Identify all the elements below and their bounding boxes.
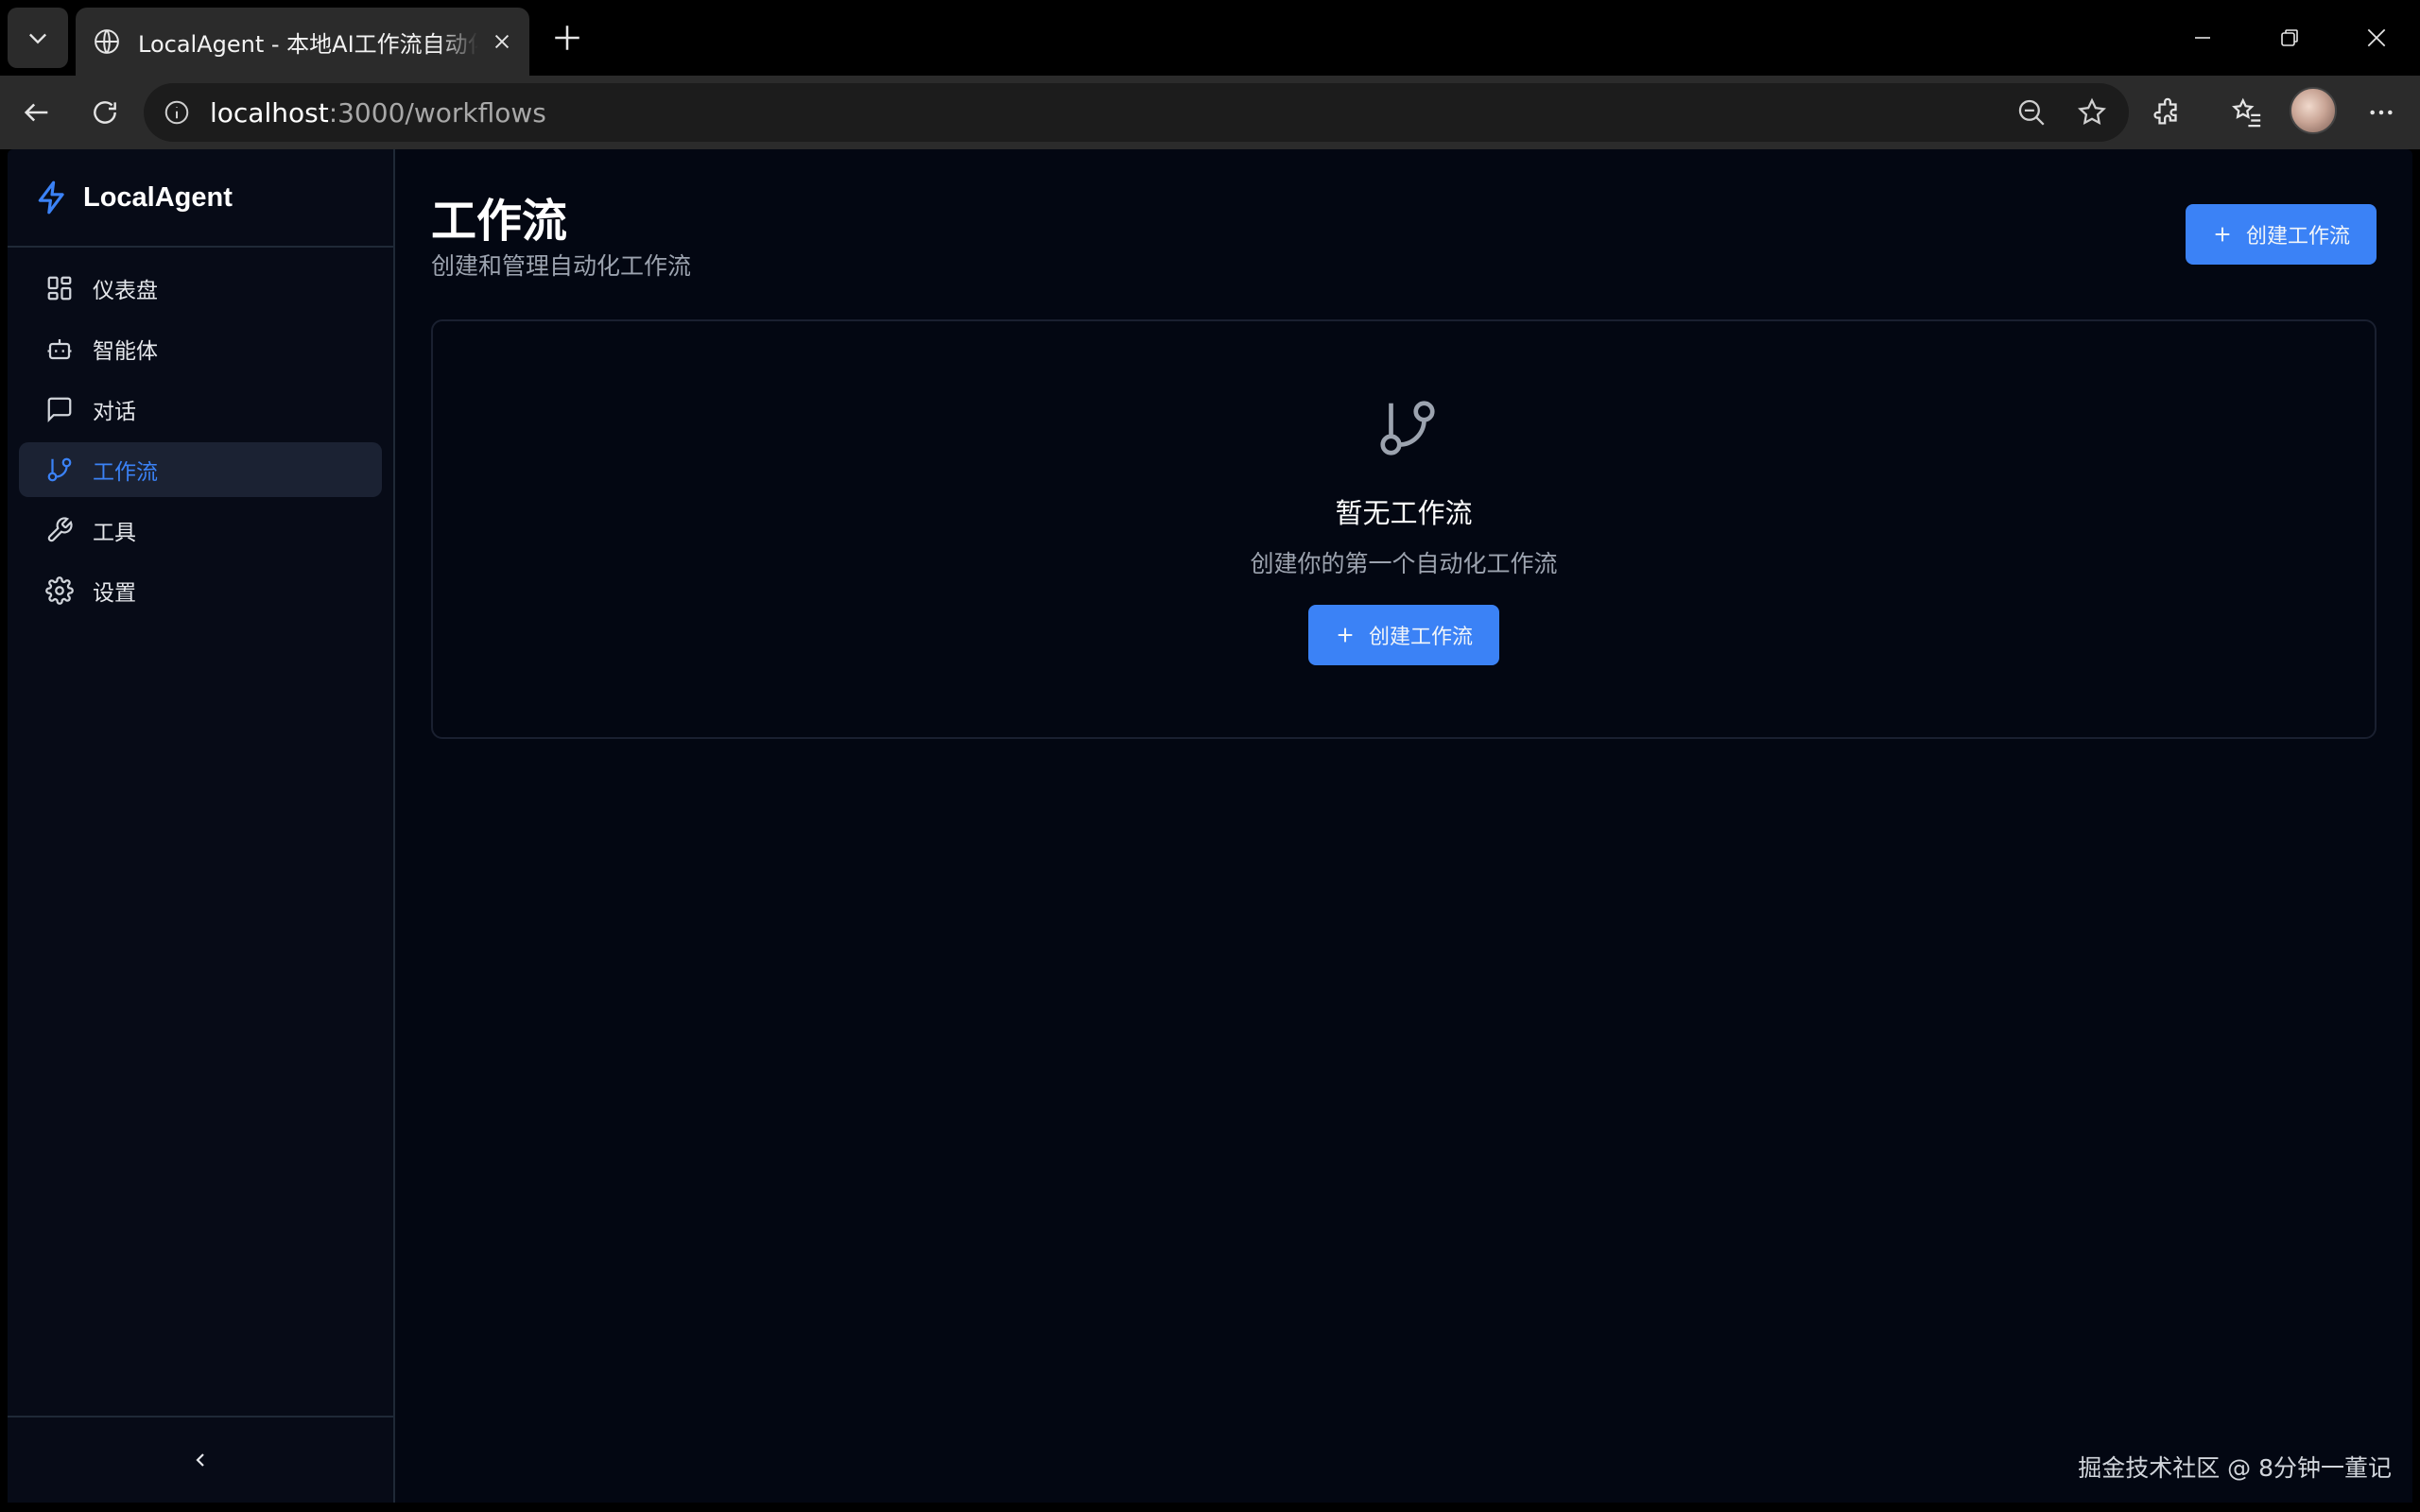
sidebar-item-chat[interactable]: 对话 bbox=[19, 382, 382, 437]
restore-icon bbox=[2281, 29, 2298, 46]
app-viewport: LocalAgent 仪表盘 智能体 对话 工作流 工具 设置 工作流 创建和管… bbox=[8, 149, 2412, 1503]
minimize-icon bbox=[2195, 37, 2210, 39]
puzzle-icon bbox=[2153, 97, 2177, 125]
zoom-out-icon[interactable] bbox=[2015, 96, 2048, 129]
watermark: 掘金技术社区 @ 8分钟一董记 bbox=[2078, 1454, 2392, 1482]
page-subtitle: 创建和管理自动化工作流 bbox=[431, 252, 692, 280]
sidebar-item-label: 工作流 bbox=[93, 460, 158, 485]
browser-tab[interactable]: LocalAgent - 本地AI工作流自动化平台 bbox=[76, 8, 529, 76]
chat-icon bbox=[47, 397, 72, 422]
empty-create-workflow-button[interactable]: 创建工作流 bbox=[1308, 605, 1499, 665]
tab-list-button[interactable] bbox=[8, 8, 68, 68]
back-button[interactable] bbox=[11, 87, 62, 138]
sidebar-item-agents[interactable]: 智能体 bbox=[19, 321, 382, 376]
reload-icon bbox=[94, 101, 116, 124]
url-text: localhost:3000/workflows bbox=[210, 96, 546, 129]
extensions-button[interactable] bbox=[2142, 87, 2193, 138]
sidebar-item-label: 对话 bbox=[93, 400, 136, 424]
empty-state-card: 暂无工作流 创建你的第一个自动化工作流 创建工作流 bbox=[431, 319, 2377, 739]
close-window-button[interactable] bbox=[2350, 11, 2403, 64]
sidebar-item-label: 工具 bbox=[93, 521, 136, 545]
plus-icon bbox=[555, 26, 579, 50]
empty-state-description: 创建你的第一个自动化工作流 bbox=[1250, 550, 1558, 577]
arrow-left-icon bbox=[24, 103, 48, 122]
restore-button[interactable] bbox=[2263, 11, 2316, 64]
plus-icon bbox=[2215, 227, 2230, 242]
dashboard-icon bbox=[47, 276, 72, 301]
sidebar-nav: 仪表盘 智能体 对话 工作流 工具 设置 bbox=[8, 248, 393, 637]
sidebar-item-tools[interactable]: 工具 bbox=[19, 503, 382, 558]
sidebar-item-label: 设置 bbox=[93, 581, 136, 606]
more-horizontal-icon bbox=[2370, 110, 2393, 115]
close-icon bbox=[494, 34, 510, 49]
chevron-down-icon bbox=[29, 33, 46, 44]
favorites-button[interactable] bbox=[2221, 87, 2273, 138]
tab-close-button[interactable] bbox=[492, 31, 512, 52]
gear-icon bbox=[45, 576, 74, 605]
create-workflow-button[interactable]: 创建工作流 bbox=[2186, 204, 2377, 265]
create-workflow-label: 创建工作流 bbox=[2245, 225, 2350, 249]
lightning-icon bbox=[38, 180, 64, 215]
tab-title: LocalAgent - 本地AI工作流自动化平台 bbox=[138, 30, 478, 58]
empty-create-workflow-label: 创建工作流 bbox=[1368, 626, 1473, 649]
browser-titlebar: LocalAgent - 本地AI工作流自动化平台 bbox=[0, 0, 2420, 76]
sidebar-item-settings[interactable]: 设置 bbox=[19, 563, 382, 618]
favorites-list-icon bbox=[2232, 97, 2261, 128]
minimize-button[interactable] bbox=[2176, 11, 2229, 64]
sidebar: LocalAgent 仪表盘 智能体 对话 工作流 工具 设置 bbox=[8, 149, 395, 1503]
reload-button[interactable] bbox=[79, 87, 130, 138]
close-icon bbox=[2367, 28, 2386, 47]
brand-name: LocalAgent bbox=[83, 181, 233, 213]
bot-icon bbox=[47, 339, 72, 360]
git-branch-icon bbox=[47, 457, 72, 482]
sidebar-item-workflows[interactable]: 工作流 bbox=[19, 442, 382, 497]
git-branch-icon bbox=[1380, 401, 1435, 455]
page-title: 工作流 bbox=[431, 195, 568, 248]
empty-state-title: 暂无工作流 bbox=[1335, 497, 1473, 529]
plus-icon bbox=[1338, 627, 1353, 643]
chevron-left-icon bbox=[196, 1453, 204, 1467]
favorite-star-icon[interactable] bbox=[2076, 96, 2108, 129]
info-icon bbox=[164, 100, 189, 125]
new-tab-button[interactable] bbox=[546, 17, 588, 59]
main-content: 工作流 创建和管理自动化工作流 创建工作流 暂无工作流 创建你的第一个自动化工作… bbox=[395, 149, 2412, 1503]
profile-avatar[interactable] bbox=[2290, 87, 2337, 134]
address-bar[interactable]: localhost:3000/workflows bbox=[144, 83, 2129, 142]
browser-menu-button[interactable] bbox=[2356, 87, 2407, 138]
sidebar-collapse-button[interactable] bbox=[8, 1416, 393, 1503]
globe-icon bbox=[95, 29, 119, 54]
wrench-icon bbox=[47, 517, 73, 542]
sidebar-item-label: 仪表盘 bbox=[93, 279, 158, 303]
sidebar-item-dashboard[interactable]: 仪表盘 bbox=[19, 261, 382, 316]
sidebar-item-label: 智能体 bbox=[93, 339, 158, 364]
brand[interactable]: LocalAgent bbox=[8, 149, 393, 248]
